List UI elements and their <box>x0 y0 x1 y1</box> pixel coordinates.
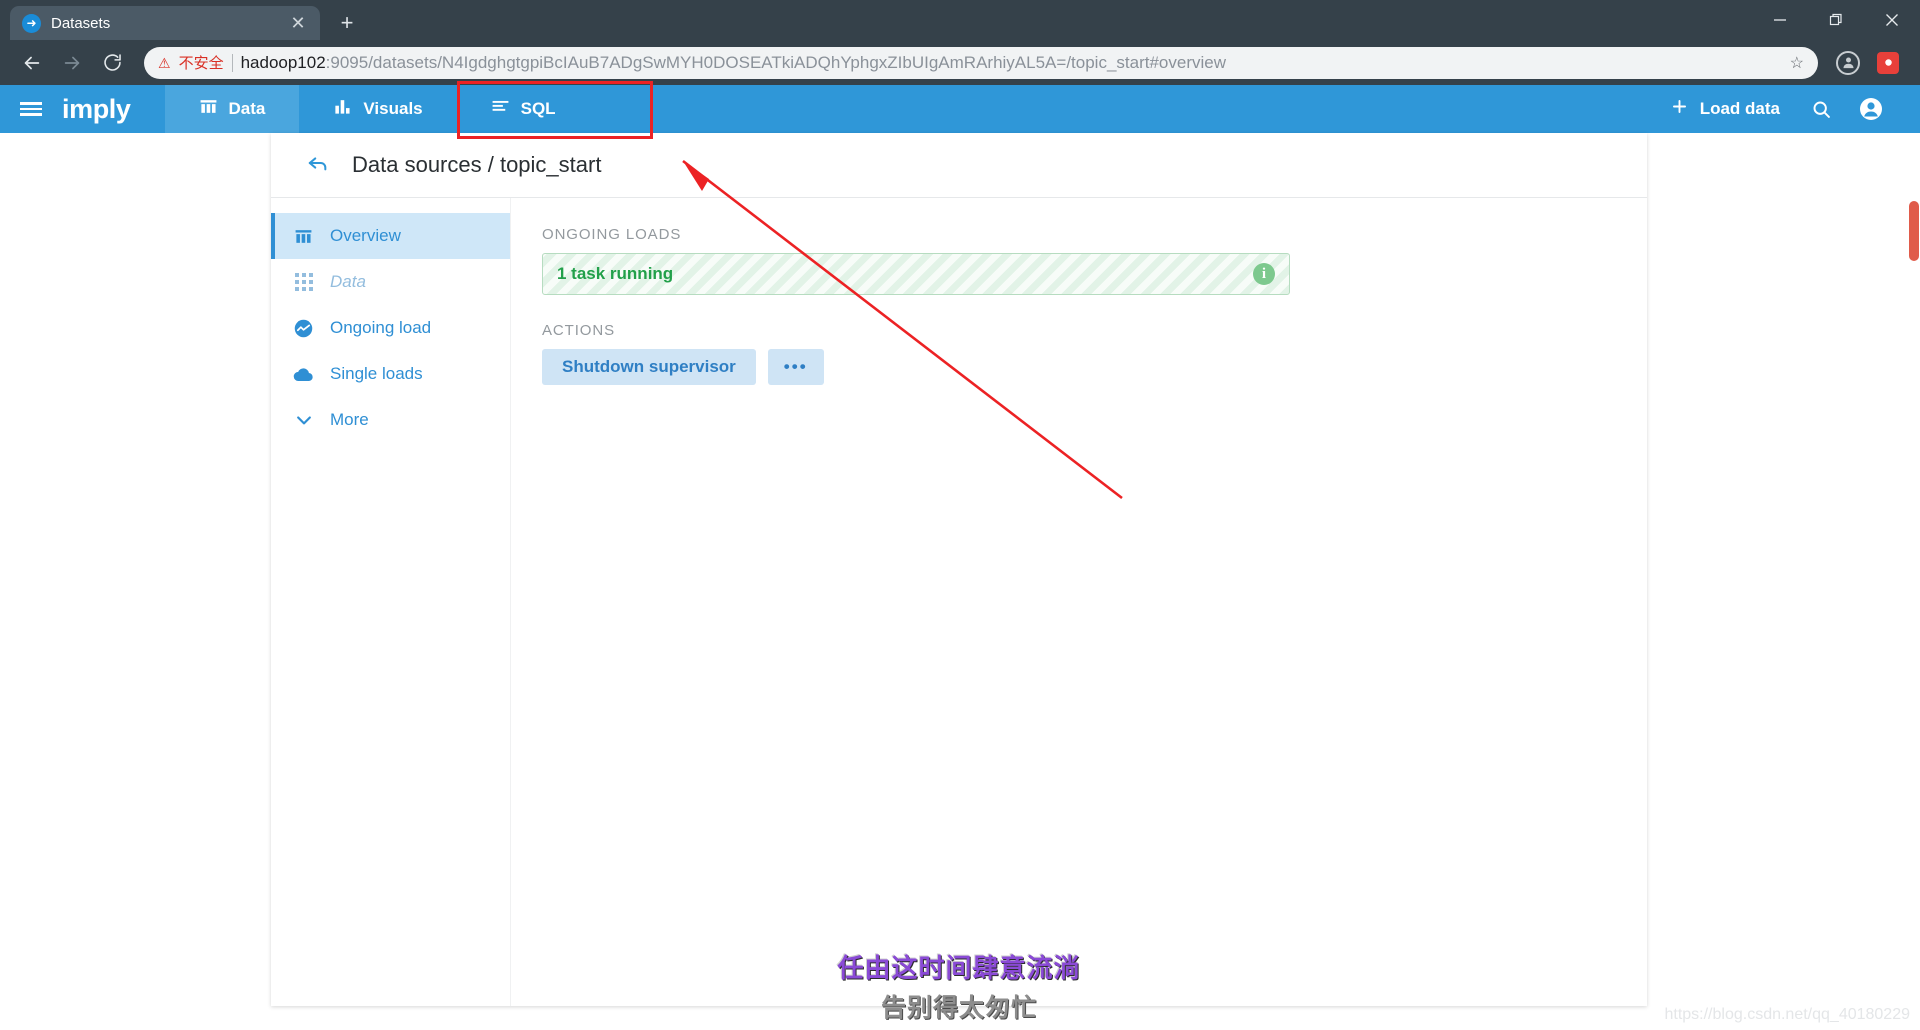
sidebar-item-label: Ongoing load <box>330 318 432 337</box>
ongoing-loads-label: ONGOING LOADS <box>542 226 682 243</box>
card-body: Overview Data Ongoing load Single loads … <box>271 198 1647 1006</box>
shutdown-supervisor-button[interactable]: Shutdown supervisor <box>542 349 756 385</box>
navbar-right-group: Load data <box>1656 85 1920 133</box>
datasource-card: Data sources / topic_start Overview Data… <box>271 133 1647 1022</box>
brand-logo: imply <box>62 93 131 124</box>
plus-icon <box>1670 97 1689 121</box>
nav-tab-visuals[interactable]: Visuals <box>299 85 456 133</box>
overview-columns-icon <box>293 227 314 246</box>
bar-chart-icon <box>333 97 352 121</box>
sidebar-item-label: Single loads <box>330 364 423 383</box>
nav-tab-label: Visuals <box>363 99 423 118</box>
sidebar-item-label: Data <box>330 272 366 291</box>
browser-tab[interactable]: ➜ Datasets ✕ <box>10 6 320 40</box>
sidebar-item-more[interactable]: More <box>271 397 510 443</box>
url-path: :9095/datasets/N4IgdghgtgpiBcIAuB7ADgSwM… <box>325 52 1226 72</box>
minimize-icon[interactable] <box>1752 0 1808 40</box>
table-icon <box>199 97 218 121</box>
browser-tabstrip: ➜ Datasets ✕ + <box>0 0 1920 40</box>
window-controls <box>1752 0 1920 40</box>
actions-row: Shutdown supervisor ••• <box>542 349 1647 385</box>
actions-label: ACTIONS <box>542 322 615 339</box>
star-icon[interactable]: ☆ <box>1780 53 1804 73</box>
omnibox-divider <box>231 53 233 72</box>
browser-toolbar: ⚠ 不安全 hadoop102:9095/datasets/N4Igdghgtg… <box>0 40 1920 85</box>
window-close-icon[interactable] <box>1864 0 1920 40</box>
more-actions-button[interactable]: ••• <box>767 349 824 385</box>
grid-dots-icon <box>293 273 314 291</box>
ongoing-load-icon <box>293 318 314 339</box>
extension-icon[interactable] <box>1870 45 1906 81</box>
nav-tab-label: SQL <box>520 99 556 118</box>
scrollbar-thumb[interactable] <box>1909 201 1919 261</box>
account-circle-icon[interactable] <box>1848 85 1894 133</box>
restore-icon[interactable] <box>1808 0 1864 40</box>
nav-tab-data[interactable]: Data <box>164 85 300 133</box>
page-scrollbar[interactable] <box>1907 133 1920 1030</box>
sidebar-item-label: More <box>330 410 369 429</box>
reload-icon[interactable] <box>94 45 130 81</box>
sql-lines-icon <box>491 97 510 121</box>
load-data-label: Load data <box>1699 99 1780 118</box>
chevron-down-icon <box>293 410 314 430</box>
arrow-right-circle-icon: ➜ <box>22 13 41 33</box>
browser-tab-title: Datasets <box>51 14 111 32</box>
info-icon[interactable]: i <box>1253 263 1275 285</box>
sidebar-item-data[interactable]: Data <box>271 259 510 305</box>
nav-tab-label: Data <box>228 99 266 118</box>
hamburger-menu-icon[interactable] <box>0 85 62 133</box>
app-navbar: imply Data Visuals SQL Load data <box>0 81 1920 139</box>
cloud-upload-icon <box>293 364 314 384</box>
csdn-watermark: https://blog.csdn.net/qq_40180229 <box>1664 1006 1910 1023</box>
address-bar[interactable]: ⚠ 不安全 hadoop102:9095/datasets/N4Igdghgtg… <box>144 46 1818 79</box>
profile-avatar-icon[interactable] <box>1830 45 1866 81</box>
load-data-button[interactable]: Load data <box>1656 97 1794 121</box>
insecure-warning-icon: ⚠ <box>158 54 171 71</box>
url-host: hadoop102 <box>240 52 326 72</box>
sidebar-item-label: Overview <box>330 226 401 245</box>
card-main-column: ONGOING LOADS 1 task running i ACTIONS S… <box>511 198 1647 1006</box>
page-body: Data sources / topic_start Overview Data… <box>0 133 1920 1030</box>
ongoing-loads-status-bar: 1 task running i <box>542 253 1290 295</box>
card-header: Data sources / topic_start <box>271 133 1647 198</box>
back-arrow-icon[interactable] <box>306 152 330 178</box>
browser-chrome: ➜ Datasets ✕ + ⚠ 不安全 hadoop102:9095/data… <box>0 0 1920 85</box>
sidebar-item-overview[interactable]: Overview <box>271 213 510 259</box>
task-running-status: 1 task running <box>557 264 674 283</box>
close-icon[interactable]: ✕ <box>288 14 308 32</box>
forward-icon <box>54 45 90 81</box>
sidebar-item-ongoing-load[interactable]: Ongoing load <box>271 305 510 351</box>
insecure-warning-text: 不安全 <box>178 55 224 72</box>
card-sidebar: Overview Data Ongoing load Single loads … <box>271 198 511 1006</box>
url-text: hadoop102:9095/datasets/N4IgdghgtgpiBcIA… <box>241 53 1226 73</box>
search-icon[interactable] <box>1798 85 1844 133</box>
breadcrumb: Data sources / topic_start <box>352 152 602 177</box>
back-icon[interactable] <box>14 45 50 81</box>
sidebar-item-single-loads[interactable]: Single loads <box>271 351 510 397</box>
new-tab-button[interactable]: + <box>334 12 360 34</box>
nav-tab-sql[interactable]: SQL <box>457 85 590 133</box>
